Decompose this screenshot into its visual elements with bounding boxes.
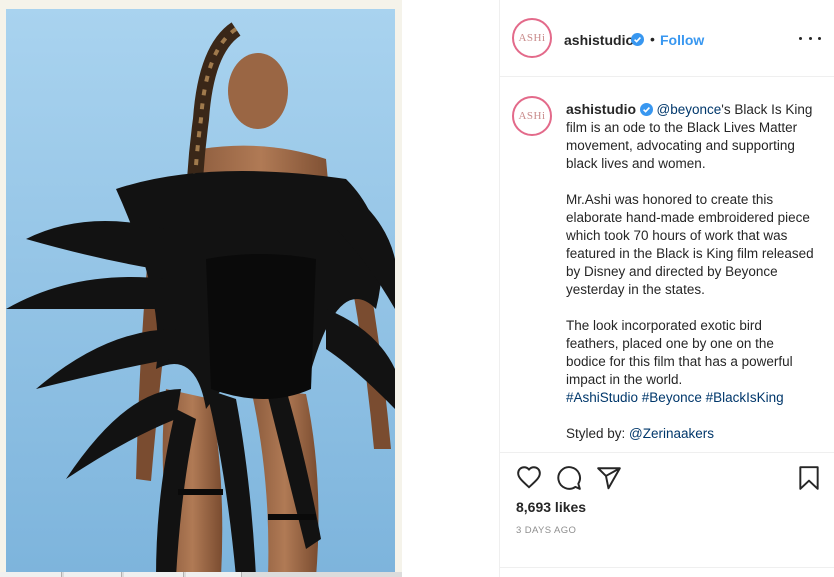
post-username[interactable]: ashistudio <box>564 32 634 48</box>
heart-icon[interactable] <box>516 465 542 491</box>
verified-icon <box>639 103 653 116</box>
post-photo-illustration <box>6 9 395 577</box>
avatar-logo: ASHi <box>516 100 548 132</box>
stylist-link[interactable]: @Zerinaakers <box>629 426 714 441</box>
taskbar-segment[interactable] <box>0 572 62 577</box>
post-timestamp[interactable]: 3 DAYS AGO <box>516 525 576 536</box>
taskbar-segment[interactable] <box>64 572 122 577</box>
caption-text: ashistudio @beyonce's Black Is King film… <box>566 100 816 443</box>
taskbar-segment[interactable] <box>124 572 184 577</box>
hashtags-link[interactable]: #AshiStudio #Beyonce #BlackIsKing <box>566 389 816 407</box>
comments-area[interactable]: ASHi ashistudio @beyonce's Black Is King… <box>500 78 834 452</box>
post-photo[interactable] <box>6 9 395 577</box>
comment-icon[interactable] <box>556 465 582 491</box>
image-pane <box>0 0 402 577</box>
caption-username[interactable]: ashistudio <box>566 101 636 117</box>
more-icon[interactable] <box>799 28 821 48</box>
avatar-logo: ASHi <box>516 22 548 54</box>
likes-count[interactable]: 8,693 likes <box>516 499 586 515</box>
caption-paragraph-2: Mr.Ashi was honored to create this elabo… <box>566 192 814 297</box>
avatar[interactable]: ASHi <box>512 18 552 58</box>
styled-by-label: Styled by: <box>566 426 630 441</box>
post-actions: 8,693 likes 3 DAYS AGO <box>500 452 834 577</box>
follow-button[interactable]: Follow <box>660 32 704 48</box>
separator-dot: • <box>650 31 655 47</box>
bookmark-icon[interactable] <box>796 465 822 491</box>
taskbar-segment[interactable] <box>186 572 242 577</box>
caption-paragraph-3: The look incorporated exotic bird feathe… <box>566 318 793 387</box>
modal-gap <box>402 0 499 577</box>
caption-avatar[interactable]: ASHi <box>512 96 552 136</box>
post-header: ASHi ashistudio • Follow <box>500 0 834 77</box>
verified-icon <box>631 33 644 46</box>
mention-link[interactable]: @beyonce <box>657 102 722 117</box>
share-icon[interactable] <box>596 465 622 491</box>
post-details-pane: ASHi ashistudio • Follow ASHi ashistudio… <box>499 0 834 577</box>
add-comment-bar[interactable] <box>500 567 834 577</box>
taskbar-strip <box>0 572 402 577</box>
